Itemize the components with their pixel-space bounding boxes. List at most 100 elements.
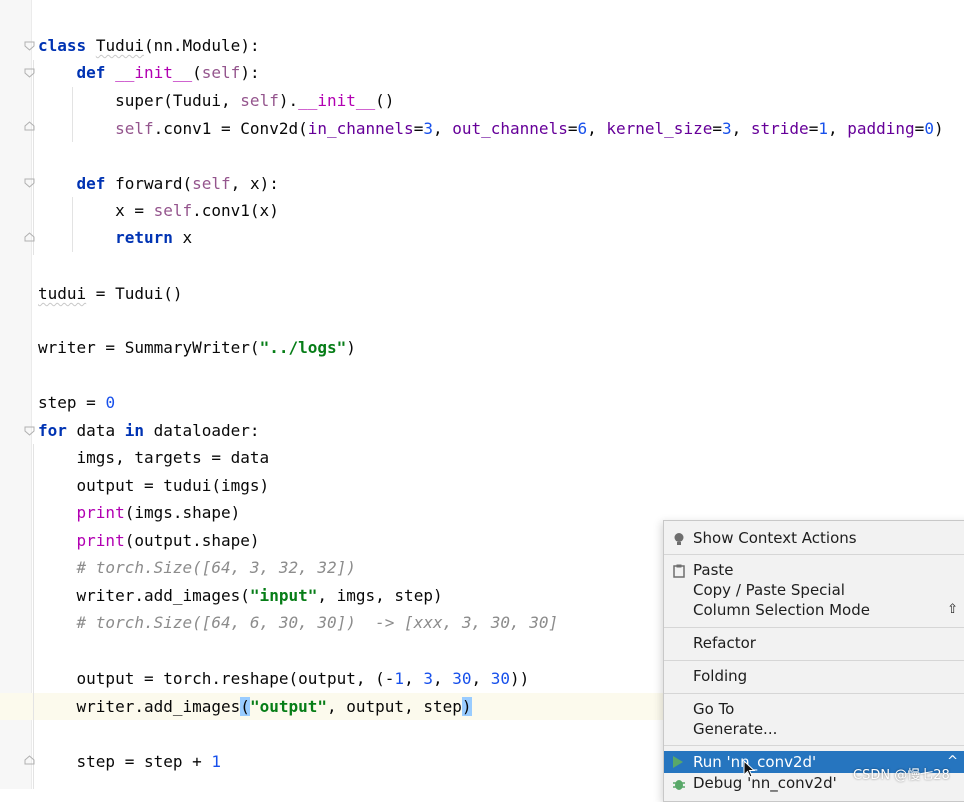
code-token: ( bbox=[240, 697, 250, 716]
code-line[interactable]: for data in dataloader: bbox=[38, 417, 260, 444]
menu-item-column-selection-mode[interactable]: Column Selection Mode ⇧ bbox=[664, 600, 964, 620]
code-token: 0 bbox=[105, 393, 116, 412]
menu-item-label: Show Context Actions bbox=[693, 529, 857, 547]
code-token: # torch.Size([64, 6, 30, 30]) -> [xxx, 3… bbox=[76, 613, 559, 632]
menu-item-refactor[interactable]: Refactor bbox=[664, 633, 964, 653]
code-token: , x): bbox=[230, 174, 279, 193]
code-token: = bbox=[712, 119, 722, 138]
code-token: kernel_size bbox=[606, 119, 713, 138]
code-token: = bbox=[914, 119, 925, 138]
code-line[interactable]: step = 0 bbox=[38, 389, 115, 416]
code-line[interactable]: x = self.conv1(x) bbox=[38, 197, 279, 224]
indent-guide bbox=[72, 197, 73, 252]
code-token: 30 bbox=[452, 669, 472, 688]
code-token: = Tudui() bbox=[86, 284, 183, 303]
code-line[interactable]: step = step + 1 bbox=[38, 748, 222, 775]
code-token: output = tudui(imgs) bbox=[38, 476, 270, 495]
code-token: def bbox=[76, 63, 106, 82]
code-token: self bbox=[115, 119, 154, 138]
code-token: ). bbox=[278, 91, 299, 110]
menu-item-label: Refactor bbox=[693, 634, 756, 652]
fold-open-icon[interactable] bbox=[24, 67, 35, 78]
code-token: stride bbox=[750, 119, 809, 138]
code-line[interactable]: print(imgs.shape) bbox=[38, 499, 241, 526]
menu-item-paste[interactable]: Paste bbox=[664, 560, 964, 580]
mouse-cursor-icon bbox=[743, 759, 756, 782]
code-token: __init__ bbox=[298, 91, 376, 110]
code-line[interactable]: super(Tudui, self).__init__() bbox=[38, 87, 394, 114]
code-token: imgs, targets = data bbox=[38, 448, 270, 467]
code-token: data bbox=[66, 421, 125, 440]
fold-open-icon[interactable] bbox=[24, 425, 35, 436]
debug-icon bbox=[672, 776, 686, 790]
code-line[interactable]: # torch.Size([64, 6, 30, 30]) -> [xxx, 3… bbox=[38, 609, 559, 636]
code-token: , bbox=[827, 119, 848, 138]
shortcut-icon: ⇧ bbox=[947, 602, 958, 617]
code-token: .conv1 = Conv2d( bbox=[153, 119, 308, 138]
code-line[interactable]: def forward(self, x): bbox=[38, 170, 279, 197]
code-line[interactable]: return x bbox=[38, 224, 192, 251]
code-token: __init__ bbox=[115, 63, 193, 82]
code-token: writer = SummaryWriter( bbox=[38, 338, 260, 357]
code-line[interactable]: imgs, targets = data bbox=[38, 444, 270, 471]
code-token: 3 bbox=[721, 119, 732, 138]
code-line[interactable]: class Tudui(nn.Module): bbox=[38, 32, 260, 59]
code-line[interactable]: # torch.Size([64, 3, 32, 32]) bbox=[38, 554, 356, 581]
code-token: 0 bbox=[924, 119, 934, 138]
run-icon bbox=[673, 756, 683, 768]
code-token: ): bbox=[240, 63, 260, 82]
code-token: super(Tudui, bbox=[38, 91, 241, 110]
code-token: self bbox=[240, 91, 279, 110]
fold-open-icon[interactable] bbox=[24, 40, 35, 51]
code-token: self bbox=[201, 63, 241, 82]
menu-separator bbox=[664, 745, 964, 746]
code-line[interactable]: output = torch.reshape(output, (-1, 3, 3… bbox=[38, 665, 530, 692]
code-token: ) bbox=[933, 119, 944, 138]
code-line[interactable]: writer.add_images("input", imgs, step) bbox=[38, 582, 443, 609]
menu-item-show-context-actions[interactable]: Show Context Actions bbox=[664, 528, 964, 548]
code-token: , imgs, step) bbox=[317, 586, 443, 605]
code-token: output = torch.reshape(output, (- bbox=[38, 669, 395, 688]
code-token: , bbox=[471, 669, 491, 688]
code-line[interactable]: self.conv1 = Conv2d(in_channels=3, out_c… bbox=[38, 115, 944, 142]
menu-item-label: Debug 'nn_conv2d' bbox=[693, 774, 837, 792]
code-line[interactable]: output = tudui(imgs) bbox=[38, 472, 270, 499]
fold-close-icon[interactable] bbox=[24, 121, 35, 132]
menu-separator bbox=[664, 627, 964, 628]
clipboard-icon bbox=[672, 563, 686, 578]
code-token: print bbox=[76, 503, 125, 522]
code-token: in_channels bbox=[307, 119, 414, 138]
code-line[interactable]: print(output.shape) bbox=[38, 527, 260, 554]
watermark: CSDN @慢七28 bbox=[853, 768, 950, 783]
code-token: ) bbox=[461, 697, 472, 716]
code-token: 3 bbox=[423, 669, 433, 688]
menu-item-copy-paste-special[interactable]: Copy / Paste Special bbox=[664, 580, 964, 600]
code-token: Tudui bbox=[95, 36, 144, 55]
menu-item-folding[interactable]: Folding bbox=[664, 666, 964, 686]
code-line[interactable]: writer = SummaryWriter("../logs") bbox=[38, 334, 356, 361]
code-token: , bbox=[587, 119, 607, 138]
code-token: "input" bbox=[249, 586, 318, 605]
code-token: def bbox=[76, 174, 106, 193]
menu-separator bbox=[664, 660, 964, 661]
menu-item-go-to[interactable]: Go To bbox=[664, 699, 964, 719]
code-line[interactable]: tudui = Tudui() bbox=[38, 280, 183, 307]
menu-item-label: Paste bbox=[693, 561, 734, 579]
fold-close-icon[interactable] bbox=[24, 232, 35, 243]
code-token: ( bbox=[192, 63, 202, 82]
code-token: x bbox=[172, 228, 193, 247]
indent-guide bbox=[72, 87, 73, 142]
code-token: step = bbox=[38, 393, 106, 412]
code-token: , output, step bbox=[327, 697, 462, 716]
fold-close-icon[interactable] bbox=[24, 755, 35, 766]
code-line[interactable]: writer.add_images("output", output, step… bbox=[38, 693, 472, 720]
fold-open-icon[interactable] bbox=[24, 177, 35, 188]
code-line[interactable]: def __init__(self): bbox=[38, 59, 260, 86]
code-token: self bbox=[192, 174, 231, 193]
menu-item-generate[interactable]: Generate... bbox=[664, 719, 964, 739]
code-token: step = step + bbox=[38, 752, 212, 771]
